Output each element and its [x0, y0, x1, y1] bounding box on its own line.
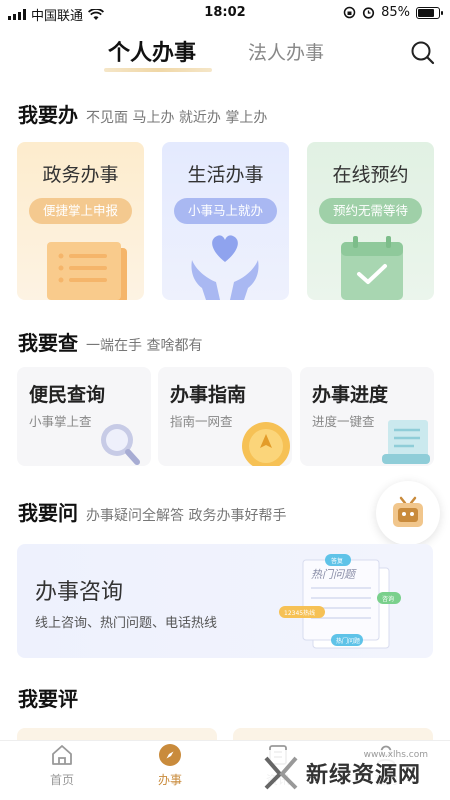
- scroll-icon: [382, 420, 430, 464]
- document-icon: [47, 242, 127, 300]
- watermark-url: www.xlhs.com: [363, 750, 428, 760]
- card-subtitle: 进度一键查: [312, 414, 375, 429]
- card-title: 在线预约: [332, 164, 409, 186]
- card-pill: 小事马上就办: [174, 198, 277, 224]
- illustration-hotline: 12345热线: [284, 609, 315, 617]
- lock-rotation-icon: [343, 6, 356, 19]
- header-tabs: 个人办事 法人办事: [0, 32, 450, 78]
- card-government-affairs[interactable]: 政务办事 便捷掌上申报: [17, 142, 144, 300]
- illustration-hot-questions: 热门问题: [311, 568, 357, 581]
- section-query-subtitle: 一端在手 查啥都有: [86, 338, 203, 354]
- alarm-icon: [362, 7, 375, 19]
- section-ask-subtitle: 办事疑问全解答 政务办事好帮手: [86, 508, 287, 524]
- battery-icon: [416, 6, 443, 19]
- banner-subtitle: 线上咨询、热门问题、电话热线: [35, 616, 218, 631]
- home-icon: [52, 745, 72, 765]
- card-title: 生活办事: [187, 164, 264, 186]
- consultation-illustration: 热门问题 答复 咨询 12345热线 热门问题: [279, 554, 401, 649]
- section-rate-title: 我要评: [18, 687, 78, 711]
- tab-personal[interactable]: 个人办事: [108, 35, 196, 67]
- robot-icon: [393, 496, 423, 527]
- section-query-title: 我要查: [18, 331, 78, 355]
- nav-services[interactable]: 办事: [140, 743, 200, 788]
- battery-fill: [418, 8, 435, 17]
- illustration-reply: 答复: [331, 557, 343, 565]
- tab-legal-person[interactable]: 法人办事: [248, 38, 324, 65]
- status-bar: 中国联通 18:02 85%: [0, 0, 450, 28]
- nav-home[interactable]: 首页: [32, 743, 92, 788]
- section-ask-header: 我要问 办事疑问全解答 政务办事好帮手: [18, 497, 286, 526]
- card-online-booking[interactable]: 在线预约 预约无需等待: [307, 142, 434, 300]
- section-do-header: 我要办 不见面 马上办 就近办 掌上办: [18, 99, 267, 128]
- card-service-progress[interactable]: 办事进度 进度一键查: [300, 367, 434, 466]
- heart-hands-icon: [191, 235, 259, 300]
- calendar-check-icon: [341, 236, 403, 300]
- illustration-hot-questions-tag: 热门问题: [336, 637, 360, 645]
- illustration-consult: 咨询: [382, 595, 394, 603]
- card-pill: 便捷掌上申报: [29, 198, 132, 224]
- banner-title: 办事咨询: [35, 580, 124, 605]
- watermark-logo-icon: [264, 756, 298, 790]
- nav-label: 首页: [49, 773, 74, 787]
- battery-percent: 85%: [381, 5, 410, 20]
- tab-indicator: [104, 68, 212, 72]
- compass-icon: [159, 744, 181, 766]
- section-ask-title: 我要问: [18, 501, 78, 525]
- card-convenience-query[interactable]: 便民查询 小事掌上查: [17, 367, 151, 466]
- card-life-affairs[interactable]: 生活办事 小事马上就办: [162, 142, 289, 300]
- watermark-text: 新绿资源网: [306, 763, 422, 788]
- section-do-title: 我要办: [18, 103, 78, 127]
- section-do-subtitle: 不见面 马上办 就近办 掌上办: [86, 110, 268, 126]
- card-title: 办事指南: [170, 384, 247, 406]
- card-pill: 预约无需等待: [319, 198, 422, 224]
- compass-icon: [242, 422, 290, 466]
- card-title: 便民查询: [29, 384, 106, 406]
- search-icon[interactable]: [410, 40, 436, 66]
- consultation-banner[interactable]: 办事咨询 线上咨询、热门问题、电话热线 热门问题 答复 咨询 12345热线 热…: [17, 544, 433, 658]
- magnifier-icon: [101, 424, 140, 465]
- card-title: 政务办事: [42, 164, 119, 186]
- section-rate-header: 我要评: [18, 683, 78, 712]
- card-title: 办事进度: [312, 384, 389, 406]
- card-subtitle: 小事掌上查: [29, 414, 92, 429]
- robot-assistant-button[interactable]: [376, 481, 440, 545]
- card-subtitle: 指南一网查: [170, 414, 233, 429]
- status-right: 85%: [343, 5, 443, 20]
- watermark: 新绿资源网 www.xlhs.com: [256, 750, 434, 796]
- card-service-guide[interactable]: 办事指南 指南一网查: [158, 367, 292, 466]
- section-query-header: 我要查 一端在手 查啥都有: [18, 327, 202, 356]
- nav-label: 办事: [157, 773, 182, 787]
